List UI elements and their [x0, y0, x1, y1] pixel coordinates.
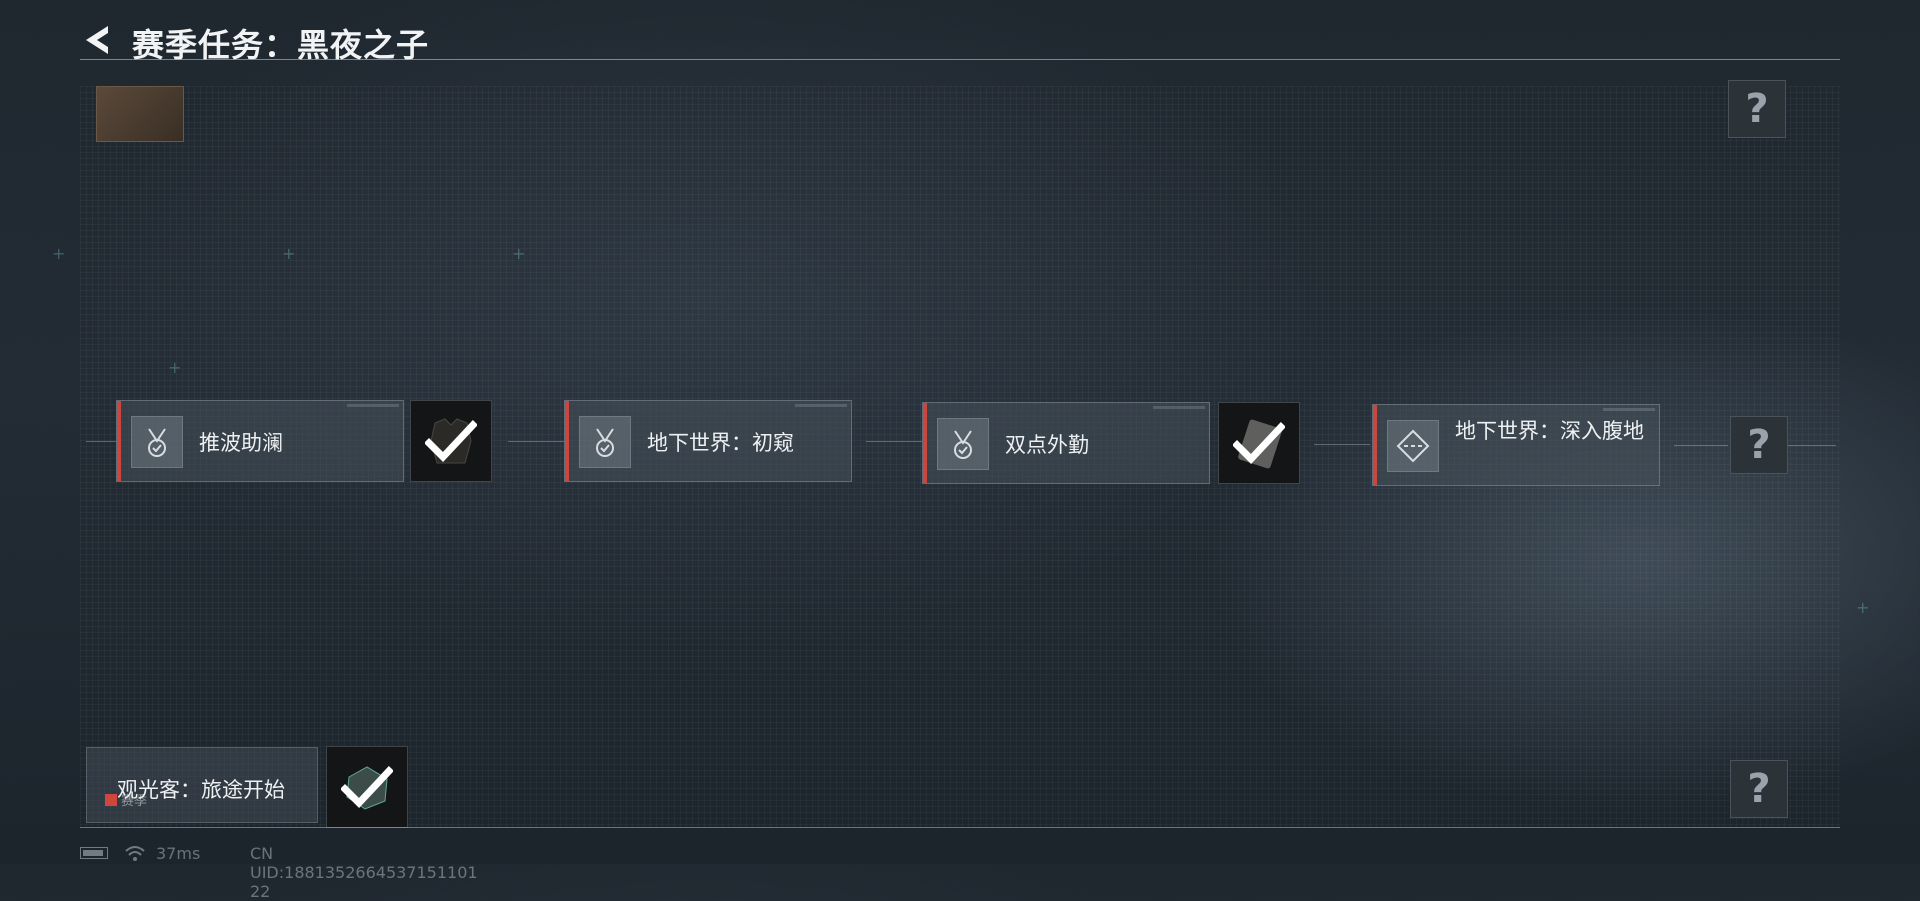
deco-plus-icon: + [282, 244, 296, 263]
locked-quest-node[interactable]: ? [1730, 416, 1788, 474]
checkmark-icon [1233, 422, 1285, 465]
question-mark-icon: ? [1747, 422, 1771, 468]
reward-slot[interactable] [410, 400, 492, 482]
quest-node[interactable]: 推波助澜 [116, 400, 404, 482]
quest-node[interactable]: 赛季 观光客：旅途开始 [86, 747, 318, 823]
active-indicator [923, 403, 927, 483]
active-indicator [117, 401, 121, 481]
header: 赛季任务：黑夜之子 [80, 18, 1840, 64]
node-code [1603, 408, 1655, 411]
back-button[interactable] [80, 22, 116, 58]
quest-label: 双点外勤 [1005, 433, 1089, 457]
deco-plus-icon: + [52, 244, 66, 263]
battery-icon [80, 847, 108, 859]
user-uid: CN UID:1881352664537151101 22 [250, 844, 478, 901]
wifi-icon [125, 846, 145, 861]
reward-slot[interactable] [326, 746, 408, 828]
connector-line [1674, 445, 1728, 446]
active-indicator [1373, 405, 1377, 485]
question-mark-icon: ? [1745, 86, 1769, 132]
node-code [1153, 406, 1205, 409]
ping-value: 37ms [156, 844, 201, 863]
quest-label: 地下世界：初窥 [647, 431, 794, 455]
quest-node[interactable]: 双点外勤 [922, 402, 1210, 484]
reward-slot[interactable] [1218, 402, 1300, 484]
quest-label: 观光客：旅途开始 [117, 778, 285, 802]
medal-icon [131, 416, 183, 468]
active-indicator [565, 401, 569, 481]
connector-line [1314, 444, 1370, 445]
locked-quest-node[interactable]: ? [1730, 760, 1788, 818]
locked-quest-node[interactable]: ? [1728, 80, 1786, 138]
connector-line [866, 441, 922, 442]
header-divider [80, 59, 1840, 60]
back-arrow-icon [86, 26, 108, 54]
item-thumbnail [96, 86, 184, 142]
connector-line [86, 441, 116, 442]
checkmark-icon [425, 420, 477, 463]
deco-plus-icon: + [1856, 598, 1870, 617]
question-mark-icon: ? [1747, 766, 1771, 812]
quest-node[interactable]: 地下世界：深入腹地 [1372, 404, 1660, 486]
checkmark-icon [341, 766, 393, 809]
deco-plus-icon: + [168, 358, 182, 377]
season-tag-marker [105, 794, 117, 806]
node-code [795, 404, 847, 407]
connector-line [508, 441, 564, 442]
medal-icon [937, 418, 989, 470]
quest-label: 推波助澜 [199, 431, 283, 455]
footer-divider [80, 827, 1840, 828]
node-code [347, 404, 399, 407]
deco-plus-icon: + [512, 244, 526, 263]
medal-icon [579, 416, 631, 468]
waypoint-icon [1387, 420, 1439, 472]
quest-label: 地下世界：深入腹地 [1455, 419, 1644, 443]
quest-node[interactable]: 地下世界：初窥 [564, 400, 852, 482]
connector-line [1788, 445, 1836, 446]
